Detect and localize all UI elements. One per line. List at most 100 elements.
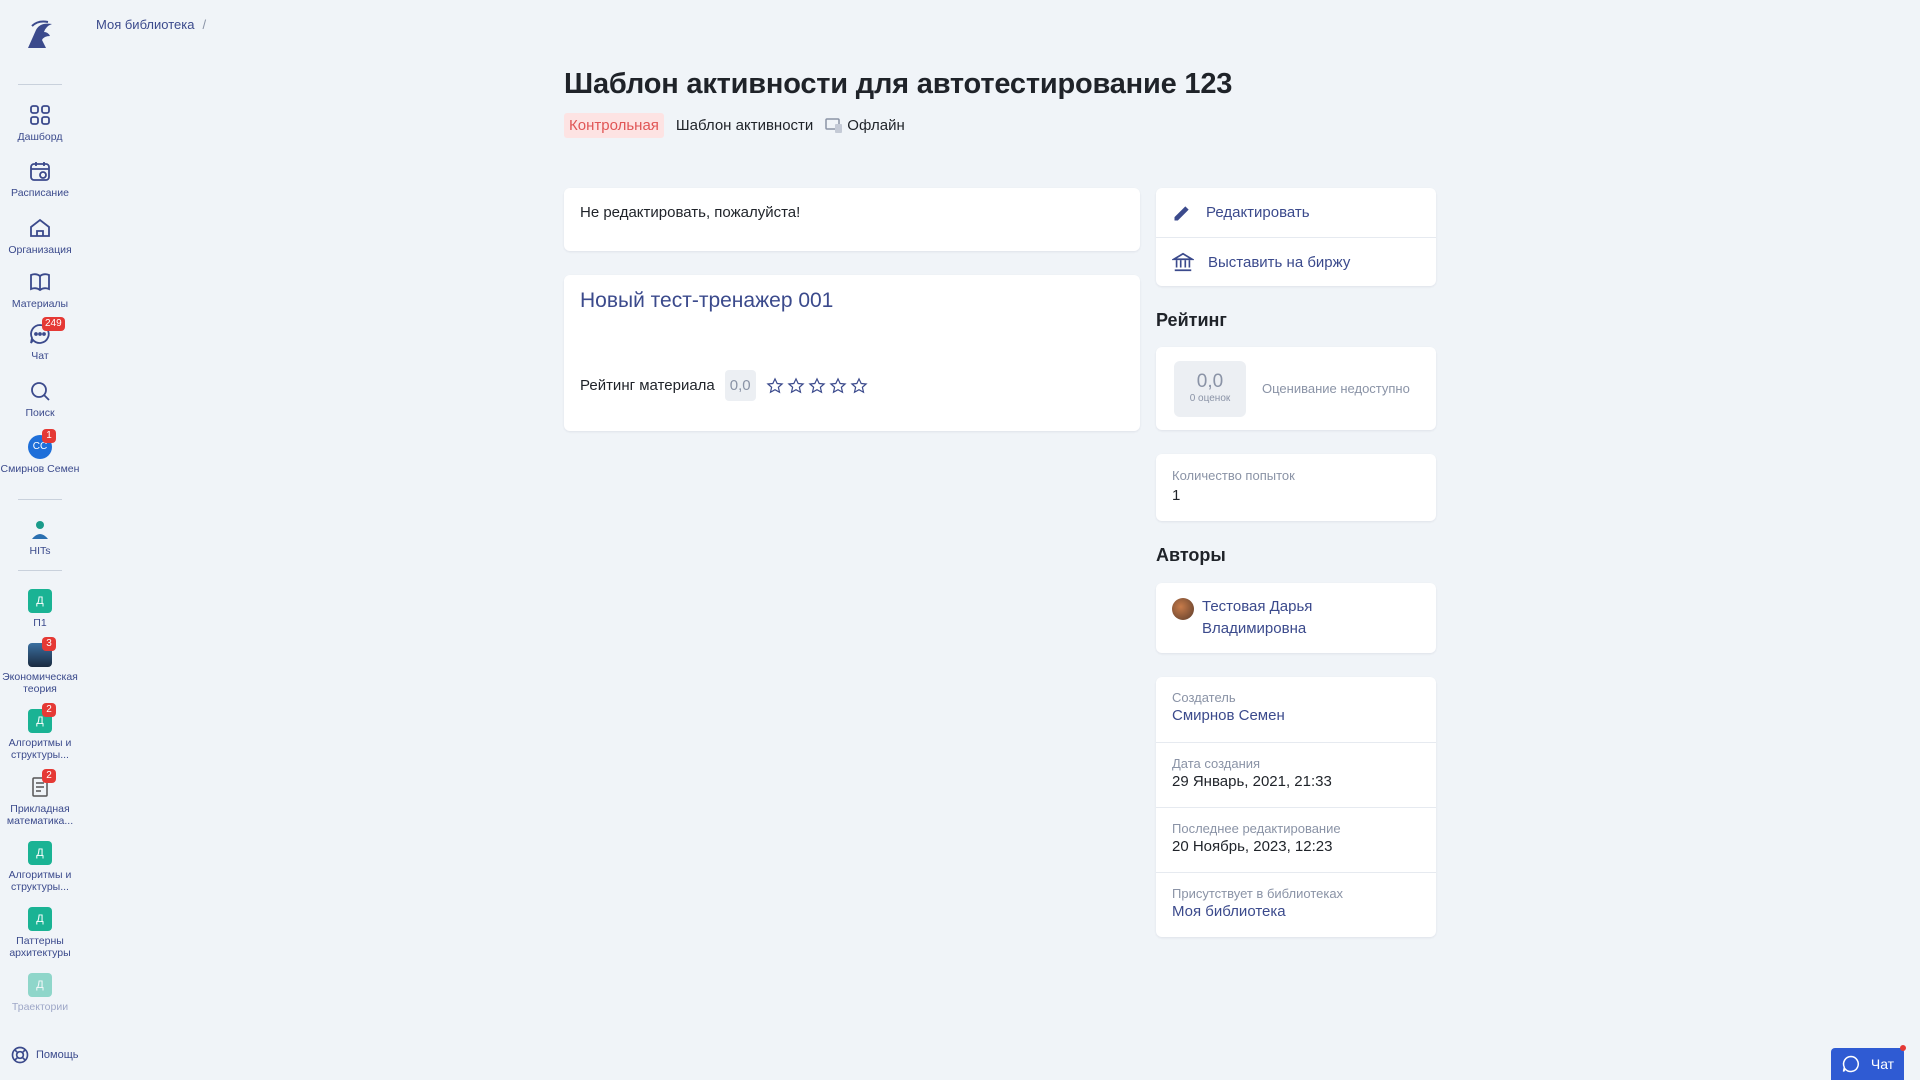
nav-organization[interactable]: Организация [0, 216, 80, 256]
home-icon [28, 216, 52, 240]
publish-button[interactable]: Выставить на биржу [1156, 237, 1436, 286]
avatar: СС 1 [28, 429, 56, 459]
nav-search[interactable]: Поиск [0, 379, 80, 419]
nav-label: Прикладная математика... [6, 803, 74, 827]
activity-tags: Контрольная Шаблон активности Офлайн [564, 113, 905, 138]
star-icon[interactable] [808, 376, 826, 395]
edit-button[interactable]: Редактировать [1156, 188, 1436, 237]
nav-label: Дашборд [17, 131, 63, 143]
nav-label: Алгоритмы и структуры... [8, 869, 72, 893]
material-card: Новый тест-тренажер 001 Рейтинг материал… [564, 275, 1140, 431]
nav-course-economics[interactable]: 3 Экономическая теория [0, 637, 80, 695]
star-rating[interactable] [766, 376, 868, 395]
nav-course-applied-math[interactable]: 2 Прикладная математика... [0, 769, 80, 827]
offline-tag: Офлайн [825, 117, 905, 134]
control-tag: Контрольная [564, 113, 664, 138]
offline-devices-icon [825, 117, 843, 133]
offline-label: Офлайн [847, 117, 905, 134]
nav-course-algorithms[interactable]: Д 2 Алгоритмы и структуры... [0, 703, 80, 761]
chat-notification-dot [1900, 1045, 1906, 1051]
nav-materials[interactable]: Материалы [0, 270, 80, 310]
grid-icon [28, 103, 52, 127]
nav-schedule[interactable]: Расписание [0, 159, 80, 199]
material-rating-row: Рейтинг материала 0,0 [580, 370, 868, 401]
nav-course-p1[interactable]: Д П1 [0, 589, 80, 629]
star-icon[interactable] [850, 376, 868, 395]
rating-card: 0,0 0 оценок Оценивание недоступно [1156, 347, 1436, 430]
star-icon[interactable] [829, 376, 847, 395]
attempts-value: 1 [1172, 487, 1181, 504]
nav-course-algorithms-2[interactable]: Д Алгоритмы и структуры... [0, 841, 80, 893]
nav-hits[interactable]: HITs [0, 517, 80, 557]
authors-heading: Авторы [1156, 545, 1226, 565]
author-link[interactable]: Тестовая Дарья Владимировна [1202, 596, 1420, 640]
hits-logo-icon [28, 517, 52, 541]
course-badge: 2 [42, 769, 56, 783]
page-title: Шаблон активности для автотестирование 1… [564, 68, 1233, 100]
nav-profile[interactable]: СС 1 Смирнов Семен [0, 429, 80, 475]
rating-note: Оценивание недоступно [1262, 381, 1410, 396]
material-title-link[interactable]: Новый тест-тренажер 001 [580, 289, 1124, 313]
nav-label: Организация [8, 244, 72, 256]
score-value: 0,0 [1196, 370, 1224, 392]
star-icon[interactable] [787, 376, 805, 395]
sidebar-divider [18, 570, 62, 571]
nav-label: Паттерны архитектуры [9, 935, 71, 959]
authors-card: Тестовая Дарья Владимировна [1156, 583, 1436, 653]
created-value: 29 Январь, 2021, 21:33 [1172, 773, 1332, 790]
sidebar: Дашборд Расписание Организация Материалы… [0, 0, 80, 1080]
course-tile-icon: Д [28, 841, 52, 865]
course-tile-icon: Д 2 [28, 703, 56, 733]
meta-created: Дата создания 29 Январь, 2021, 21:33 [1156, 742, 1436, 807]
rating-heading: Рейтинг [1156, 310, 1227, 330]
nav-label: HITs [29, 545, 51, 557]
course-image-icon: 3 [28, 637, 56, 667]
course-tile-icon: Д [28, 973, 52, 997]
nav-label: Смирнов Семен [0, 463, 80, 475]
nav-label: Поиск [25, 407, 55, 419]
nav-chat[interactable]: 249 Чат [0, 317, 80, 362]
library-link[interactable]: Моя библиотека [1172, 903, 1420, 920]
document-icon: 2 [28, 769, 56, 799]
sidebar-divider [18, 499, 62, 500]
description-card: Не редактировать, пожалуйста! [564, 188, 1140, 251]
course-tile-icon: Д [28, 907, 52, 931]
nav-course-patterns[interactable]: Д Паттерны архитектуры [0, 907, 80, 959]
edited-label: Последнее редактирование [1172, 821, 1341, 836]
help-button[interactable]: Помощь [10, 1045, 79, 1065]
nav-label: Расписание [11, 187, 69, 199]
chat-count-badge: 249 [42, 317, 65, 331]
creator-label: Создатель [1172, 690, 1236, 705]
bank-icon [1172, 252, 1194, 272]
star-icon[interactable] [766, 376, 784, 395]
lifebuoy-icon [11, 1046, 29, 1064]
pencil-icon [1174, 205, 1189, 220]
nav-label: Экономическая теория [2, 671, 78, 695]
material-rating-label: Рейтинг материала [580, 377, 715, 394]
sidebar-divider [18, 84, 62, 85]
nav-label: Материалы [11, 298, 69, 310]
author-avatar [1172, 598, 1194, 620]
attempts-card: Количество попыток 1 [1156, 454, 1436, 521]
edit-label: Редактировать [1206, 204, 1310, 221]
score-count: 0 оценок [1189, 392, 1231, 404]
meta-edited: Последнее редактирование 20 Ноябрь, 2023… [1156, 807, 1436, 872]
nav-label: Траектории [11, 1001, 69, 1013]
creator-link[interactable]: Смирнов Семен [1172, 707, 1420, 724]
created-label: Дата создания [1172, 756, 1261, 771]
chat-widget-button[interactable]: Чат [1831, 1048, 1904, 1080]
material-rating-value: 0,0 [724, 370, 756, 401]
profile-badge: 1 [42, 429, 56, 443]
nav-course-trajectories[interactable]: Д Траектории [0, 973, 80, 1013]
spartan-logo-icon[interactable] [22, 18, 58, 54]
chat-bubble-icon [1842, 1055, 1859, 1073]
breadcrumb-library-link[interactable]: Моя библиотека [96, 17, 194, 32]
attempts-label: Количество попыток [1172, 468, 1295, 483]
chat-widget-label: Чат [1870, 1056, 1895, 1072]
libraries-label: Присутствует в библиотеках [1172, 886, 1344, 901]
nav-dashboard[interactable]: Дашборд [0, 103, 80, 143]
meta-card: Создатель Смирнов Семен Дата создания 29… [1156, 677, 1436, 937]
nav-label: Алгоритмы и структуры... [8, 737, 72, 761]
chat-icon: 249 [28, 317, 65, 346]
course-badge: 2 [42, 703, 56, 717]
